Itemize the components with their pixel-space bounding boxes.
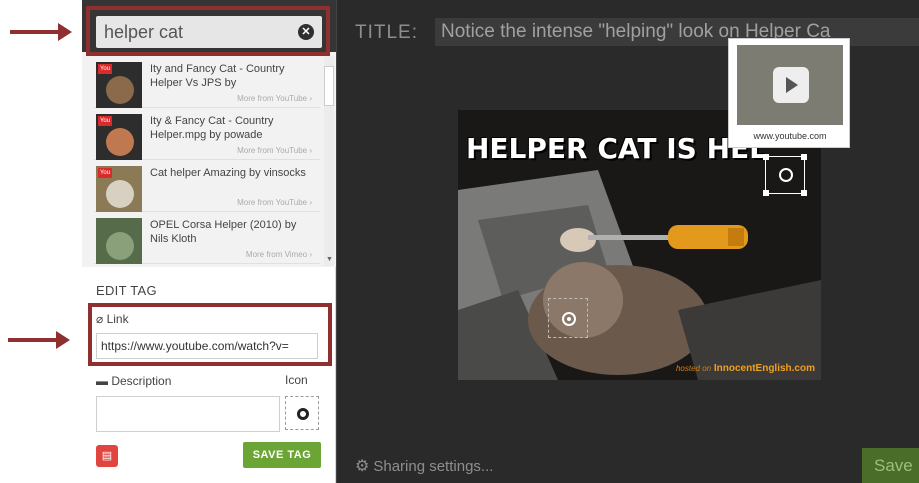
meme-caption: HELPER CAT IS HEL	[466, 132, 767, 165]
video-preview-thumbnail	[737, 45, 843, 125]
app-root: ✕ You Ity and Fancy Cat - Country Helper…	[0, 0, 919, 483]
delete-button[interactable]: ▤	[96, 445, 118, 467]
search-results-list: You Ity and Fancy Cat - Country Helper V…	[82, 52, 336, 267]
video-thumbnail: You	[96, 166, 142, 212]
tag-marker[interactable]	[548, 298, 588, 338]
youtube-icon: You	[98, 168, 112, 178]
play-icon[interactable]	[773, 67, 809, 103]
target-icon	[779, 168, 793, 182]
result-source[interactable]: More from YouTube ›	[237, 198, 312, 207]
icon-label: Icon	[285, 373, 308, 387]
description-label: ▬ Description	[96, 374, 171, 388]
target-icon	[297, 408, 309, 420]
scroll-down-icon[interactable]: ▼	[326, 256, 333, 263]
result-source[interactable]: More from YouTube ›	[237, 146, 312, 155]
description-field[interactable]	[96, 396, 280, 432]
result-title: Ity & Fancy Cat - Country Helper.mpg by …	[150, 115, 274, 141]
resize-handle[interactable]	[801, 154, 807, 160]
annotation-arrow-link	[8, 331, 70, 349]
resize-handle[interactable]	[763, 154, 769, 160]
sharing-label: Sharing settings...	[373, 458, 494, 475]
icon-picker[interactable]	[285, 396, 319, 430]
video-preview-popup[interactable]: www.youtube.com	[728, 38, 850, 148]
youtube-icon: You	[98, 64, 112, 74]
image-editor: TITLE: HELPER CAT IS HEL hosted on Innoc…	[336, 0, 919, 483]
annotation-arrow-search	[10, 23, 72, 41]
result-source[interactable]: More from Vimeo ›	[246, 250, 312, 259]
tag-panel: ✕ You Ity and Fancy Cat - Country Helper…	[82, 0, 336, 483]
result-title: Cat helper Amazing by vinsocks	[150, 167, 306, 179]
video-thumbnail: You	[96, 62, 142, 108]
result-source[interactable]: More from YouTube ›	[237, 94, 312, 103]
youtube-icon: You	[98, 116, 112, 126]
list-item[interactable]: OPEL Corsa Helper (2010) by Nils Kloth M…	[94, 212, 320, 264]
gear-icon: ⚙	[355, 458, 370, 475]
target-icon	[562, 312, 576, 326]
image-credit: hosted on InnocentEnglish.com	[675, 363, 815, 374]
video-thumbnail	[96, 218, 142, 264]
list-item[interactable]: You Ity and Fancy Cat - Country Helper V…	[94, 56, 320, 108]
results-scrollbar[interactable]: ▼	[324, 56, 334, 266]
result-title: Ity and Fancy Cat - Country Helper Vs JP…	[150, 63, 285, 89]
sharing-settings-link[interactable]: ⚙ Sharing settings...	[355, 456, 493, 476]
selected-tag-marker[interactable]	[763, 154, 807, 196]
list-item[interactable]: You Ity & Fancy Cat - Country Helper.mpg…	[94, 108, 320, 160]
edit-tag-heading: EDIT TAG	[96, 283, 157, 298]
save-tag-button[interactable]: SAVE TAG	[243, 442, 321, 468]
description-label-text: Description	[111, 374, 172, 388]
title-label: TITLE:	[355, 22, 419, 43]
annotation-highlight-search	[86, 6, 330, 56]
preview-url: www.youtube.com	[753, 131, 827, 141]
resize-handle[interactable]	[801, 190, 807, 196]
trash-icon: ▤	[101, 450, 113, 462]
list-item[interactable]: You Cat helper Amazing by vinsocks More …	[94, 160, 320, 212]
annotation-highlight-link	[88, 303, 332, 366]
resize-handle[interactable]	[763, 190, 769, 196]
tagged-image: HELPER CAT IS HEL hosted on InnocentEngl…	[458, 110, 821, 380]
video-thumbnail: You	[96, 114, 142, 160]
save-button[interactable]: Save	[862, 448, 919, 483]
scroll-thumb[interactable]	[324, 66, 334, 106]
comment-icon: ▬	[96, 374, 112, 388]
result-title: OPEL Corsa Helper (2010) by Nils Kloth	[150, 219, 297, 245]
